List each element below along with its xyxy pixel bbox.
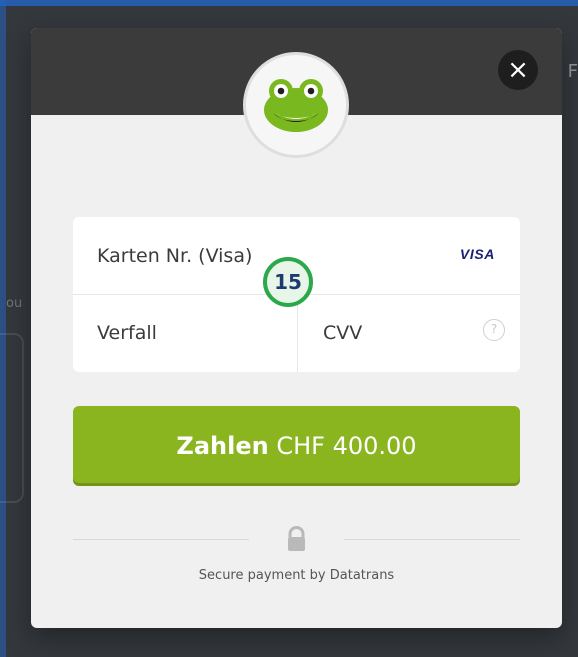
step-badge: 15 — [263, 257, 313, 307]
field-divider — [297, 295, 298, 372]
expiry-field[interactable]: Verfall — [97, 321, 157, 345]
payment-modal: × Karten Nr. (Visa) VISA Verfall CVV ? 1… — [31, 28, 562, 628]
pay-button[interactable]: Zahlen CHF 400.00 — [73, 406, 520, 486]
frog-logo-icon — [264, 79, 328, 132]
pay-button-verb: Zahlen — [176, 432, 269, 460]
secure-payment-text: Secure payment by Datatrans — [198, 568, 395, 583]
card-details-row: Verfall CVV ? — [73, 295, 520, 372]
secure-divider-left — [73, 539, 249, 540]
visa-brand-icon: VISA — [459, 246, 495, 262]
cvv-field[interactable]: CVV — [323, 321, 362, 345]
card-number-label: Karten Nr. (Visa) — [97, 245, 253, 267]
pay-button-label: Zahlen CHF 400.00 — [176, 432, 416, 460]
secure-divider-right — [344, 539, 520, 540]
close-button[interactable]: × — [498, 50, 538, 90]
lock-icon — [288, 525, 305, 551]
secure-payment-divider — [73, 523, 520, 555]
pay-button-amount: CHF 400.00 — [276, 432, 417, 460]
cvv-help-icon[interactable]: ? — [483, 319, 505, 341]
logo-badge — [243, 52, 349, 158]
